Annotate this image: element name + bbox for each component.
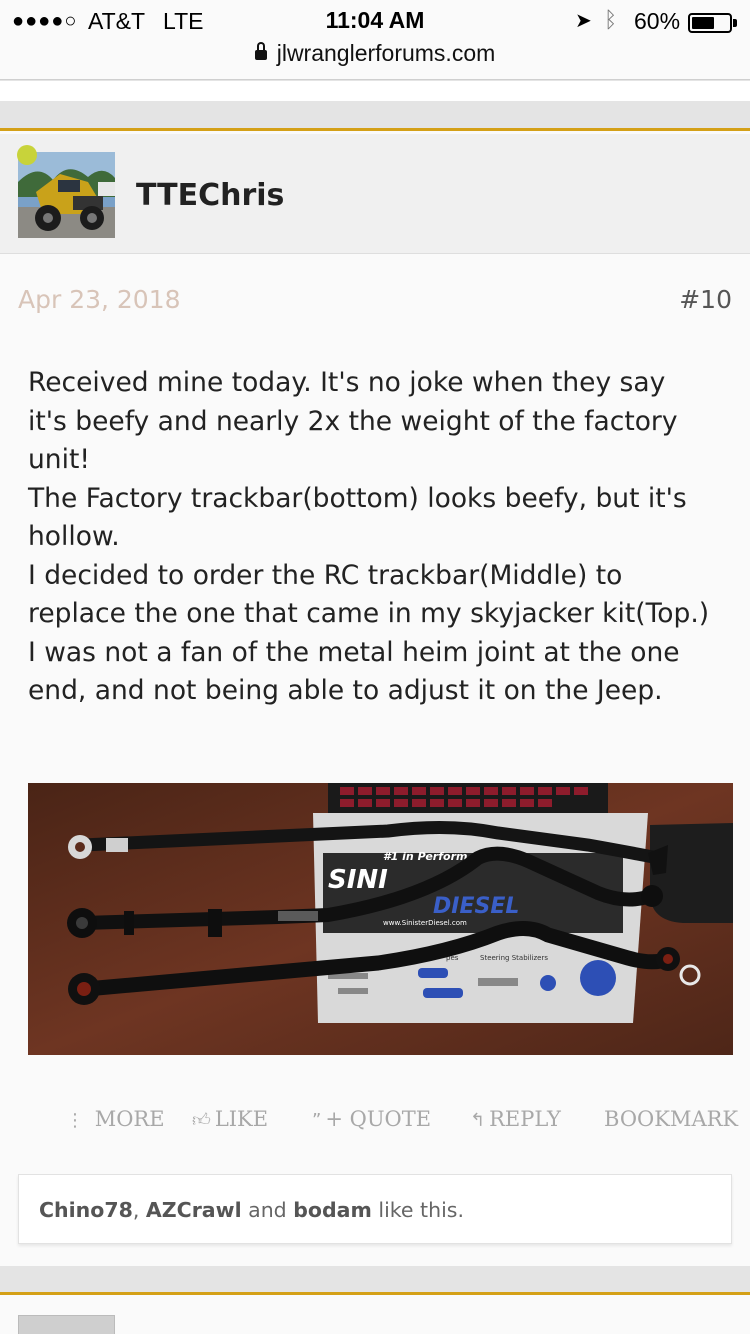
browser-top-bar: ●●●●○ AT&T LTE 11:04 AM ➤ ᛒ 60% jlwrangl… bbox=[0, 0, 750, 80]
post-body-line: unit! bbox=[28, 444, 90, 475]
post-actions: ⋮ MORE 👍︎ LIKE ” + QUOTE ↰ REPLY BOOKMARK bbox=[0, 1103, 750, 1139]
post-body-line: it's beefy and nearly 2x the weight of t… bbox=[28, 405, 678, 437]
post-body-line: I decided to order the RC trackbar(Middl… bbox=[28, 559, 623, 591]
post-body: Received mine today. It's no joke when t… bbox=[28, 364, 740, 711]
url-text: jlwranglerforums.com bbox=[276, 40, 496, 66]
post-body-line: end, and not being able to adjust it on … bbox=[28, 675, 663, 706]
battery-cap bbox=[733, 19, 737, 27]
bookmark-button[interactable]: BOOKMARK bbox=[604, 1107, 738, 1131]
trackbars-photo: #1 in Perform SINI DIESEL www.SinisterDi… bbox=[28, 783, 733, 1055]
quote-button[interactable]: ” + QUOTE bbox=[312, 1107, 431, 1131]
quote-label: + QUOTE bbox=[325, 1107, 432, 1131]
image-brand-bottom: DIESEL bbox=[433, 894, 519, 919]
reply-button[interactable]: ↰ REPLY bbox=[470, 1107, 561, 1131]
battery-fill bbox=[692, 17, 714, 29]
post-author-row: TTEChris bbox=[0, 134, 750, 254]
image-site-text: www.SinisterDiesel.com bbox=[383, 919, 467, 927]
liker-link[interactable]: AZCrawl bbox=[146, 1198, 242, 1222]
page-top-strip bbox=[0, 81, 750, 101]
battery-percent: 60% bbox=[634, 8, 681, 34]
liker-link[interactable]: Chino78 bbox=[39, 1198, 133, 1222]
more-label: MORE bbox=[94, 1107, 165, 1131]
post-body-line: hollow. bbox=[28, 521, 120, 552]
image-banner-text: #1 in Perform bbox=[383, 850, 467, 863]
battery-icon bbox=[688, 13, 732, 33]
image-brand-top: SINI bbox=[328, 865, 388, 895]
status-bar: ●●●●○ AT&T LTE 11:04 AM ➤ ᛒ 60% bbox=[0, 6, 750, 36]
reply-arrow-icon: ↰ bbox=[470, 1110, 486, 1131]
post-body-line: replace the one that came in my skyjacke… bbox=[28, 598, 710, 629]
quote-icon: ” bbox=[312, 1110, 322, 1131]
next-forum-post bbox=[0, 1292, 750, 1334]
like-button[interactable]: 👍︎ LIKE bbox=[192, 1107, 268, 1131]
bluetooth-icon: ᛒ bbox=[604, 7, 618, 32]
avatar-image bbox=[18, 152, 115, 238]
thumbs-up-icon: 👍︎ bbox=[192, 1110, 211, 1131]
reply-label: REPLY bbox=[489, 1107, 561, 1131]
avatar[interactable] bbox=[18, 152, 115, 238]
likes-separator: , bbox=[132, 1198, 146, 1222]
vertical-dots-icon: ⋮ bbox=[66, 1110, 84, 1131]
likes-separator: and bbox=[241, 1198, 294, 1222]
post-body-line: I was not a fan of the metal heim joint … bbox=[28, 636, 680, 668]
bookmark-label: BOOKMARK bbox=[604, 1107, 739, 1131]
online-status-dot bbox=[17, 145, 37, 165]
likes-suffix: like this. bbox=[371, 1198, 464, 1222]
post-body-line: Received mine today. It's no joke when t… bbox=[28, 367, 666, 398]
like-label: LIKE bbox=[214, 1107, 269, 1131]
liker-link[interactable]: bodam bbox=[293, 1198, 372, 1222]
image-steering-text: Steering Stabilizers bbox=[480, 954, 548, 962]
url-bar[interactable]: jlwranglerforums.com bbox=[0, 40, 750, 67]
avatar[interactable] bbox=[18, 1315, 115, 1334]
more-button[interactable]: ⋮ MORE bbox=[66, 1107, 165, 1131]
post-number[interactable]: #10 bbox=[679, 285, 732, 314]
forum-post: TTEChris Apr 23, 2018 #10 Received mine … bbox=[0, 128, 750, 1266]
post-username[interactable]: TTEChris bbox=[136, 178, 284, 213]
location-arrow-icon: ➤ bbox=[575, 10, 592, 32]
post-date[interactable]: Apr 23, 2018 bbox=[18, 285, 181, 314]
likes-summary: Chino78, AZCrawl and bodam like this. bbox=[18, 1174, 732, 1244]
post-body-line: The Factory trackbar(bottom) looks beefy… bbox=[28, 482, 687, 514]
lock-icon bbox=[254, 42, 267, 60]
post-attachment-image[interactable]: #1 in Perform SINI DIESEL www.SinisterDi… bbox=[28, 783, 733, 1055]
